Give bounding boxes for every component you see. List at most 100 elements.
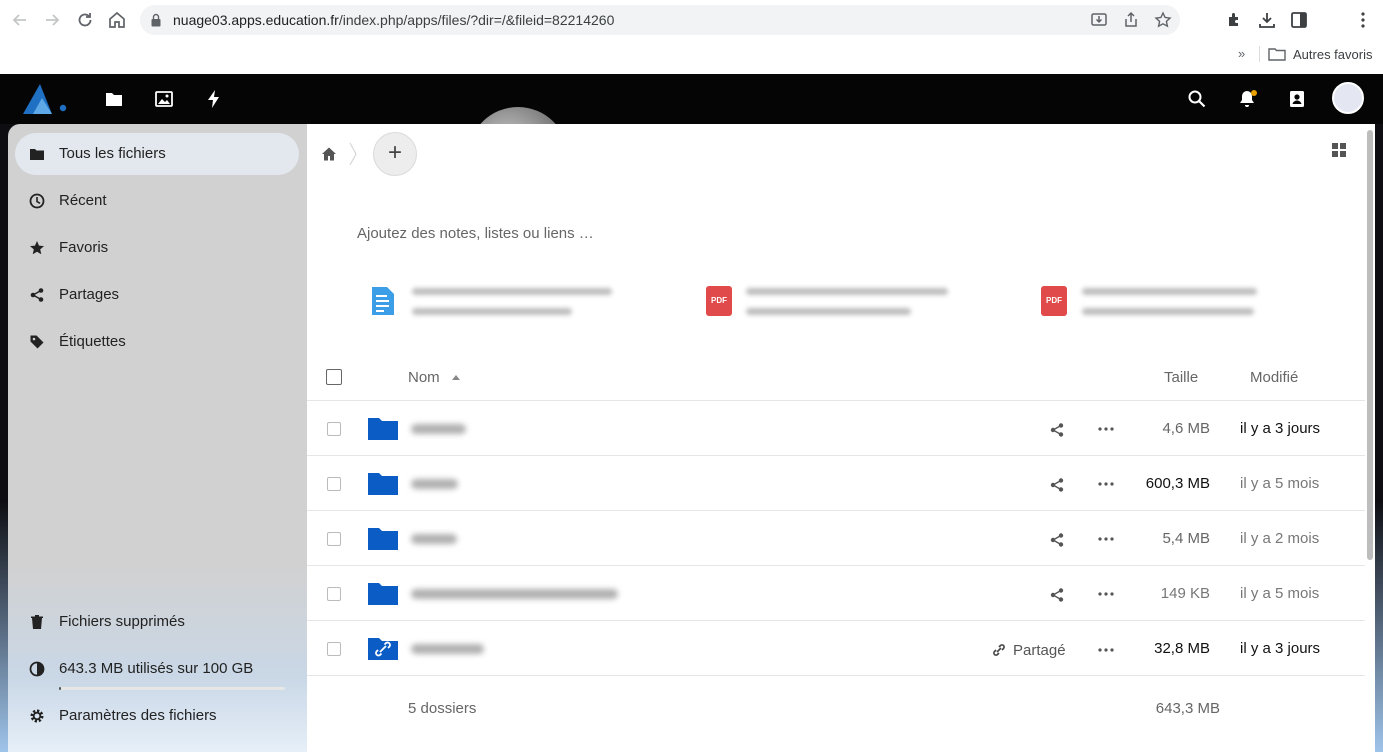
file-size: 149 KB xyxy=(1160,585,1210,602)
pdf-icon: PDF xyxy=(706,286,732,316)
browser-toolbar: nuage03.apps.education.fr/index.php/apps… xyxy=(0,0,1383,40)
side-panel-icon[interactable] xyxy=(1289,10,1309,30)
total-size-summary: 643,3 MB xyxy=(1155,700,1220,717)
bookmarks-divider xyxy=(1259,46,1260,62)
shared-link-folder-icon xyxy=(368,638,398,660)
blurred-filename xyxy=(1082,288,1257,295)
grid-view-icon[interactable] xyxy=(1331,142,1347,158)
scrollbar[interactable] xyxy=(1367,130,1373,560)
back-arrow-icon[interactable] xyxy=(9,9,31,31)
install-app-icon[interactable] xyxy=(1090,11,1108,29)
recent-file-card[interactable]: PDF xyxy=(706,282,966,322)
sidebar-item-shares[interactable]: Partages xyxy=(15,274,299,316)
bookmark-folder-icon xyxy=(1268,48,1286,61)
files-app-icon[interactable] xyxy=(104,89,124,109)
row-checkbox[interactable] xyxy=(327,642,341,656)
tag-icon xyxy=(30,335,44,349)
gear-icon xyxy=(30,709,44,723)
select-all-checkbox[interactable] xyxy=(326,369,342,385)
pdf-icon: PDF xyxy=(1041,286,1067,316)
extensions-icon[interactable] xyxy=(1225,10,1245,30)
downloads-icon[interactable] xyxy=(1257,10,1277,30)
modified-date: il y a 2 mois xyxy=(1240,530,1320,547)
column-header-modified[interactable]: Modifié xyxy=(1250,369,1298,386)
forward-arrow-icon[interactable] xyxy=(41,9,63,31)
recent-file-card[interactable] xyxy=(370,282,630,322)
text-document-icon xyxy=(372,287,394,315)
share-icon[interactable] xyxy=(1049,422,1065,438)
row-checkbox[interactable] xyxy=(327,477,341,491)
folder-icon xyxy=(368,418,398,440)
bookmark-folder-autres-favoris[interactable]: Autres favoris xyxy=(1293,47,1372,62)
sidebar-quota: 643.3 MB utilisés sur 100 GB xyxy=(15,648,299,690)
folder-count-summary: 5 dossiers xyxy=(408,700,477,717)
modified-date: il y a 3 jours xyxy=(1240,640,1321,657)
row-divider xyxy=(307,620,1365,621)
home-icon[interactable] xyxy=(321,146,337,162)
sidebar-item-all-files[interactable]: Tous les fichiers xyxy=(15,133,299,175)
folder-icon xyxy=(368,583,398,605)
star-icon xyxy=(30,241,44,255)
new-file-button[interactable]: + xyxy=(373,132,417,176)
quota-progress-bar xyxy=(59,687,285,690)
share-icon[interactable] xyxy=(1049,477,1065,493)
activity-app-icon[interactable] xyxy=(204,89,224,109)
sidebar-item-label: Étiquettes xyxy=(59,333,126,350)
row-checkbox[interactable] xyxy=(327,587,341,601)
sidebar-item-recent[interactable]: Récent xyxy=(15,180,299,222)
reload-icon[interactable] xyxy=(74,9,96,31)
contacts-icon[interactable] xyxy=(1287,89,1307,109)
bookmarks-bar xyxy=(0,40,1383,74)
avatar[interactable] xyxy=(1332,82,1364,114)
sidebar-item-label: Fichiers supprimés xyxy=(59,613,185,630)
row-divider xyxy=(307,565,1365,566)
column-header-name[interactable]: Nom xyxy=(408,369,440,386)
logo-icon[interactable] xyxy=(20,80,70,118)
row-checkbox[interactable] xyxy=(327,532,341,546)
blurred-folder-name xyxy=(411,479,458,489)
clock-icon xyxy=(29,193,45,209)
trash-icon xyxy=(31,615,43,629)
row-divider xyxy=(307,400,1365,401)
sidebar-item-file-settings[interactable]: Paramètres des fichiers xyxy=(15,695,299,737)
row-checkbox[interactable] xyxy=(327,422,341,436)
sidebar-item-tags[interactable]: Étiquettes xyxy=(15,321,299,363)
address-bar[interactable]: nuage03.apps.education.fr/index.php/apps… xyxy=(140,5,1180,35)
link-icon[interactable] xyxy=(992,643,1006,657)
share-icon[interactable] xyxy=(1049,587,1065,603)
sidebar-item-label: Récent xyxy=(59,192,107,209)
files-main-content xyxy=(307,124,1375,752)
sidebar-item-label: Paramètres des fichiers xyxy=(59,707,217,724)
blurred-filename xyxy=(412,288,612,295)
blurred-file-info xyxy=(1082,308,1254,315)
pie-chart-icon xyxy=(29,661,45,677)
url-text: nuage03.apps.education.fr/index.php/apps… xyxy=(173,12,615,28)
share-icon[interactable] xyxy=(1049,532,1065,548)
sidebar-item-trash[interactable]: Fichiers supprimés xyxy=(15,601,299,643)
bookmark-star-icon[interactable] xyxy=(1154,11,1172,29)
folder-icon xyxy=(368,528,398,550)
recent-file-card[interactable]: PDF xyxy=(1041,282,1301,322)
blurred-file-info xyxy=(412,308,572,315)
browser-menu-icon[interactable] xyxy=(1353,10,1373,30)
file-size: 5,4 MB xyxy=(1162,530,1210,547)
app-header xyxy=(0,74,1383,124)
blurred-filename xyxy=(746,288,948,295)
file-size: 600,3 MB xyxy=(1145,475,1210,492)
bookmarks-overflow-button[interactable]: » xyxy=(1238,46,1245,61)
rich-workspace-placeholder[interactable]: Ajoutez des notes, listes ou liens … xyxy=(357,225,594,242)
search-icon[interactable] xyxy=(1187,89,1207,109)
row-divider xyxy=(307,675,1365,676)
share-page-icon[interactable] xyxy=(1122,11,1140,29)
photos-app-icon[interactable] xyxy=(154,89,174,109)
sidebar-item-favorites[interactable]: Favoris xyxy=(15,227,299,269)
sidebar-item-label: Favoris xyxy=(59,239,109,256)
background-moon xyxy=(468,107,568,124)
shared-status-button[interactable]: Partagé xyxy=(1013,642,1066,659)
column-header-size[interactable]: Taille xyxy=(1164,369,1198,386)
blurred-folder-name xyxy=(411,424,466,434)
breadcrumb-separator xyxy=(349,142,357,166)
home-browser-icon[interactable] xyxy=(106,9,128,31)
row-divider xyxy=(307,455,1365,456)
sort-ascending-icon xyxy=(452,375,460,380)
